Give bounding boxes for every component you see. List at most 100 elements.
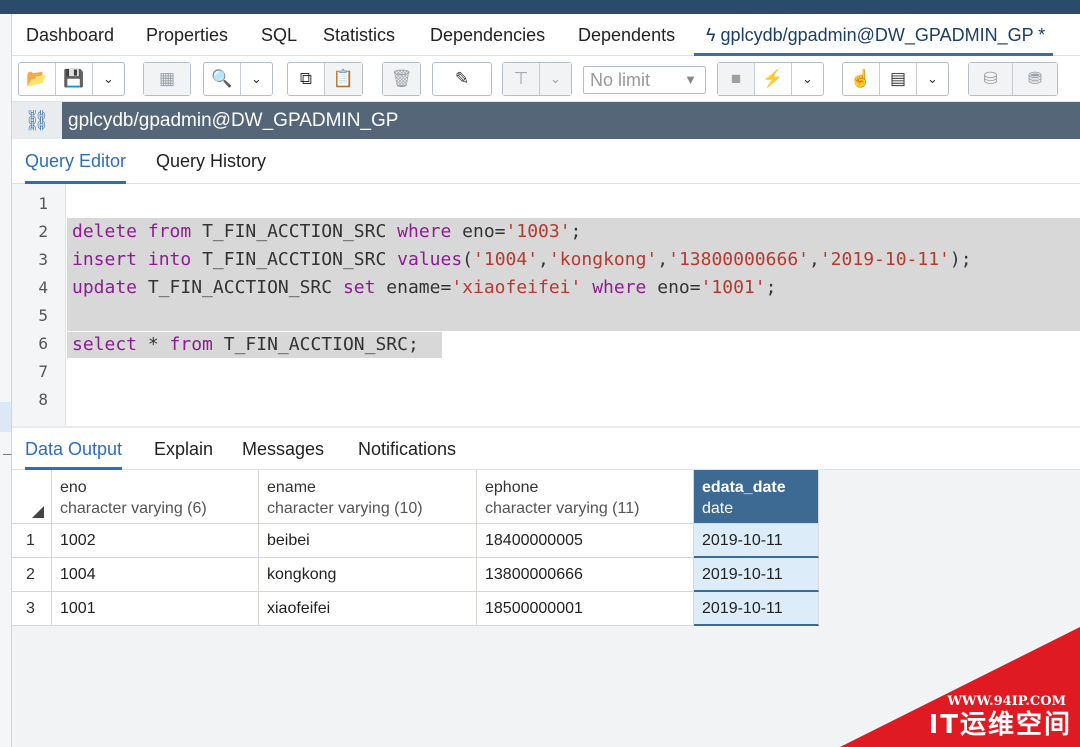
tab-dependents[interactable]: Dependents [578,14,675,56]
table-cell[interactable]: 2019-10-11 [694,592,819,626]
line-number: 7 [38,362,48,381]
table-cell[interactable]: 1004 [52,558,259,592]
find-icon[interactable]: 🔍 [204,63,241,95]
column-type: character varying (6) [60,500,207,517]
tab-sql[interactable]: SQL [261,14,297,56]
rollback-icon[interactable]: ⛃ [1013,63,1057,95]
tab-query-editor[interactable]: Query Editor [25,149,127,184]
sql-string: '1004' [473,249,539,270]
row-number[interactable]: 1 [12,524,52,558]
explain-dropdown-icon[interactable]: ⌄ [917,63,948,95]
filter-dropdown-icon[interactable]: ⌄ [540,63,571,95]
find-dropdown-icon[interactable]: ⌄ [241,63,272,95]
sql-text: eno= [646,277,701,298]
execute-icon[interactable]: ⚡ [755,63,792,95]
table-cell[interactable]: 1002 [52,524,259,558]
column-name: ephone [485,479,539,496]
tab-notifications[interactable]: Notifications [358,436,456,470]
sql-text: ( [462,249,474,270]
find-group: 🔍 ⌄ [203,62,273,96]
sql-keyword: update [72,277,138,298]
results-tab-bar: Data Output Explain Messages Notificatio… [12,428,1080,470]
sql-string: '2019-10-11' [819,249,950,270]
browser-panel-edge: _ [0,14,12,747]
grid-corner[interactable] [12,470,52,524]
sql-keyword: delete [72,221,138,242]
sql-string: 'kongkong' [548,249,658,270]
tab-dashboard[interactable]: Dashboard [26,14,114,56]
sql-keyword: where [397,221,452,242]
tab-dependencies[interactable]: Dependencies [430,14,545,56]
view-group: ▦ [143,62,191,96]
column-header-eno[interactable]: eno character varying (6) [52,470,259,524]
sql-string: '1001' [700,277,766,298]
table-cell[interactable]: 18500000001 [477,592,694,626]
sort-triangle-icon [32,506,44,518]
sql-editor[interactable]: 1 2 3 4 5 6 7 8 delete from T_FIN_ACCTIO… [12,184,1080,426]
table-cell[interactable]: 2019-10-11 [694,558,819,592]
column-header-ename[interactable]: ename character varying (10) [259,470,477,524]
save-file-icon[interactable]: 💾 [56,63,93,95]
table-cell[interactable]: 1001 [52,592,259,626]
sql-text: , [809,249,820,270]
sql-text: * [137,334,170,355]
row-limit-value: No limit [590,70,651,90]
sql-keyword: where [592,277,647,298]
sql-keyword: set [342,277,376,298]
grid-view-icon[interactable]: ▦ [144,63,190,95]
column-header-ephone[interactable]: ephone character varying (11) [477,470,694,524]
tab-messages[interactable]: Messages [242,436,324,470]
sql-string: '1003' [505,221,571,242]
tab-data-output[interactable]: Data Output [25,436,123,470]
execute-group: ■ ⚡ ⌄ [717,62,824,96]
stop-icon[interactable]: ■ [718,63,755,95]
browser-selected-item[interactable] [0,402,11,432]
tab-statistics[interactable]: Statistics [323,14,395,56]
table-cell[interactable]: kongkong [259,558,477,592]
tab-query-tool[interactable]: ϟ gplcydb/gpadmin@DW_GPADMIN_GP * [694,14,1054,56]
sql-text: ; [570,221,582,242]
connection-title[interactable]: gplcydb/gpadmin@DW_GPADMIN_GP [68,102,398,139]
table-cell[interactable]: 13800000666 [477,558,694,592]
save-dropdown-icon[interactable]: ⌄ [93,63,124,95]
column-header-edata-date[interactable]: edata_date date [694,470,819,524]
open-file-icon[interactable]: 📂 [19,63,56,95]
file-group: 📂 💾 ⌄ [18,62,125,96]
connection-link-icon[interactable]: ⛓ [12,102,62,139]
line-number: 5 [38,306,48,325]
explain-analyze-icon[interactable]: ▤ [880,63,917,95]
sql-text: ename= [375,277,452,298]
sql-text: T_FIN_ACCTION_SRC [137,277,343,298]
table-cell[interactable]: xiaofeifei [259,592,477,626]
tab-query-history[interactable]: Query History [156,149,266,184]
copy-icon[interactable]: ⧉ [288,63,325,95]
clipboard-group: ⧉ 📋 [287,62,363,96]
filter-icon[interactable]: ⊤ [503,63,540,95]
watermark-brand: IT运维空间 [928,710,1072,740]
row-number[interactable]: 3 [12,592,52,626]
line-number-gutter: 1 2 3 4 5 6 7 8 [12,184,66,426]
sql-string: 'xiaofeifei' [451,277,582,298]
delete-icon[interactable]: 🗑 [383,63,420,95]
table-cell[interactable]: 2019-10-11 [694,524,819,558]
table-cell[interactable]: 18400000005 [477,524,694,558]
paste-icon[interactable]: 📋 [325,63,362,95]
tab-properties[interactable]: Properties [146,14,228,56]
execute-dropdown-icon[interactable]: ⌄ [792,63,823,95]
tab-query-tool-label: gplcydb/gpadmin@DW_GPADMIN_GP * [720,25,1046,45]
chevron-down-icon: ▼ [684,72,697,87]
explain-icon[interactable]: ☝ [843,63,880,95]
tab-explain[interactable]: Explain [154,436,213,470]
query-toolbar: 📂 💾 ⌄ ▦ 🔍 ⌄ ⧉ 📋 🗑 ✎ ⊤ ⌄ No limit ▼ ■ ⚡ ⌄… [12,56,1080,102]
commit-icon[interactable]: ⛁ [969,63,1013,95]
row-number[interactable]: 2 [12,558,52,592]
row-limit-select[interactable]: No limit ▼ [583,66,706,94]
browser-item-marker: _ [3,442,12,458]
edit-icon[interactable]: ✎ [433,63,491,95]
sql-text: ; [765,277,777,298]
table-cell[interactable]: beibei [259,524,477,558]
line-number: 4 [38,278,48,297]
watermark-logo: WWW.94IP.COM IT运维空间 [820,627,1080,747]
code-line: update T_FIN_ACCTION_SRC set ename='xiao… [72,274,776,302]
